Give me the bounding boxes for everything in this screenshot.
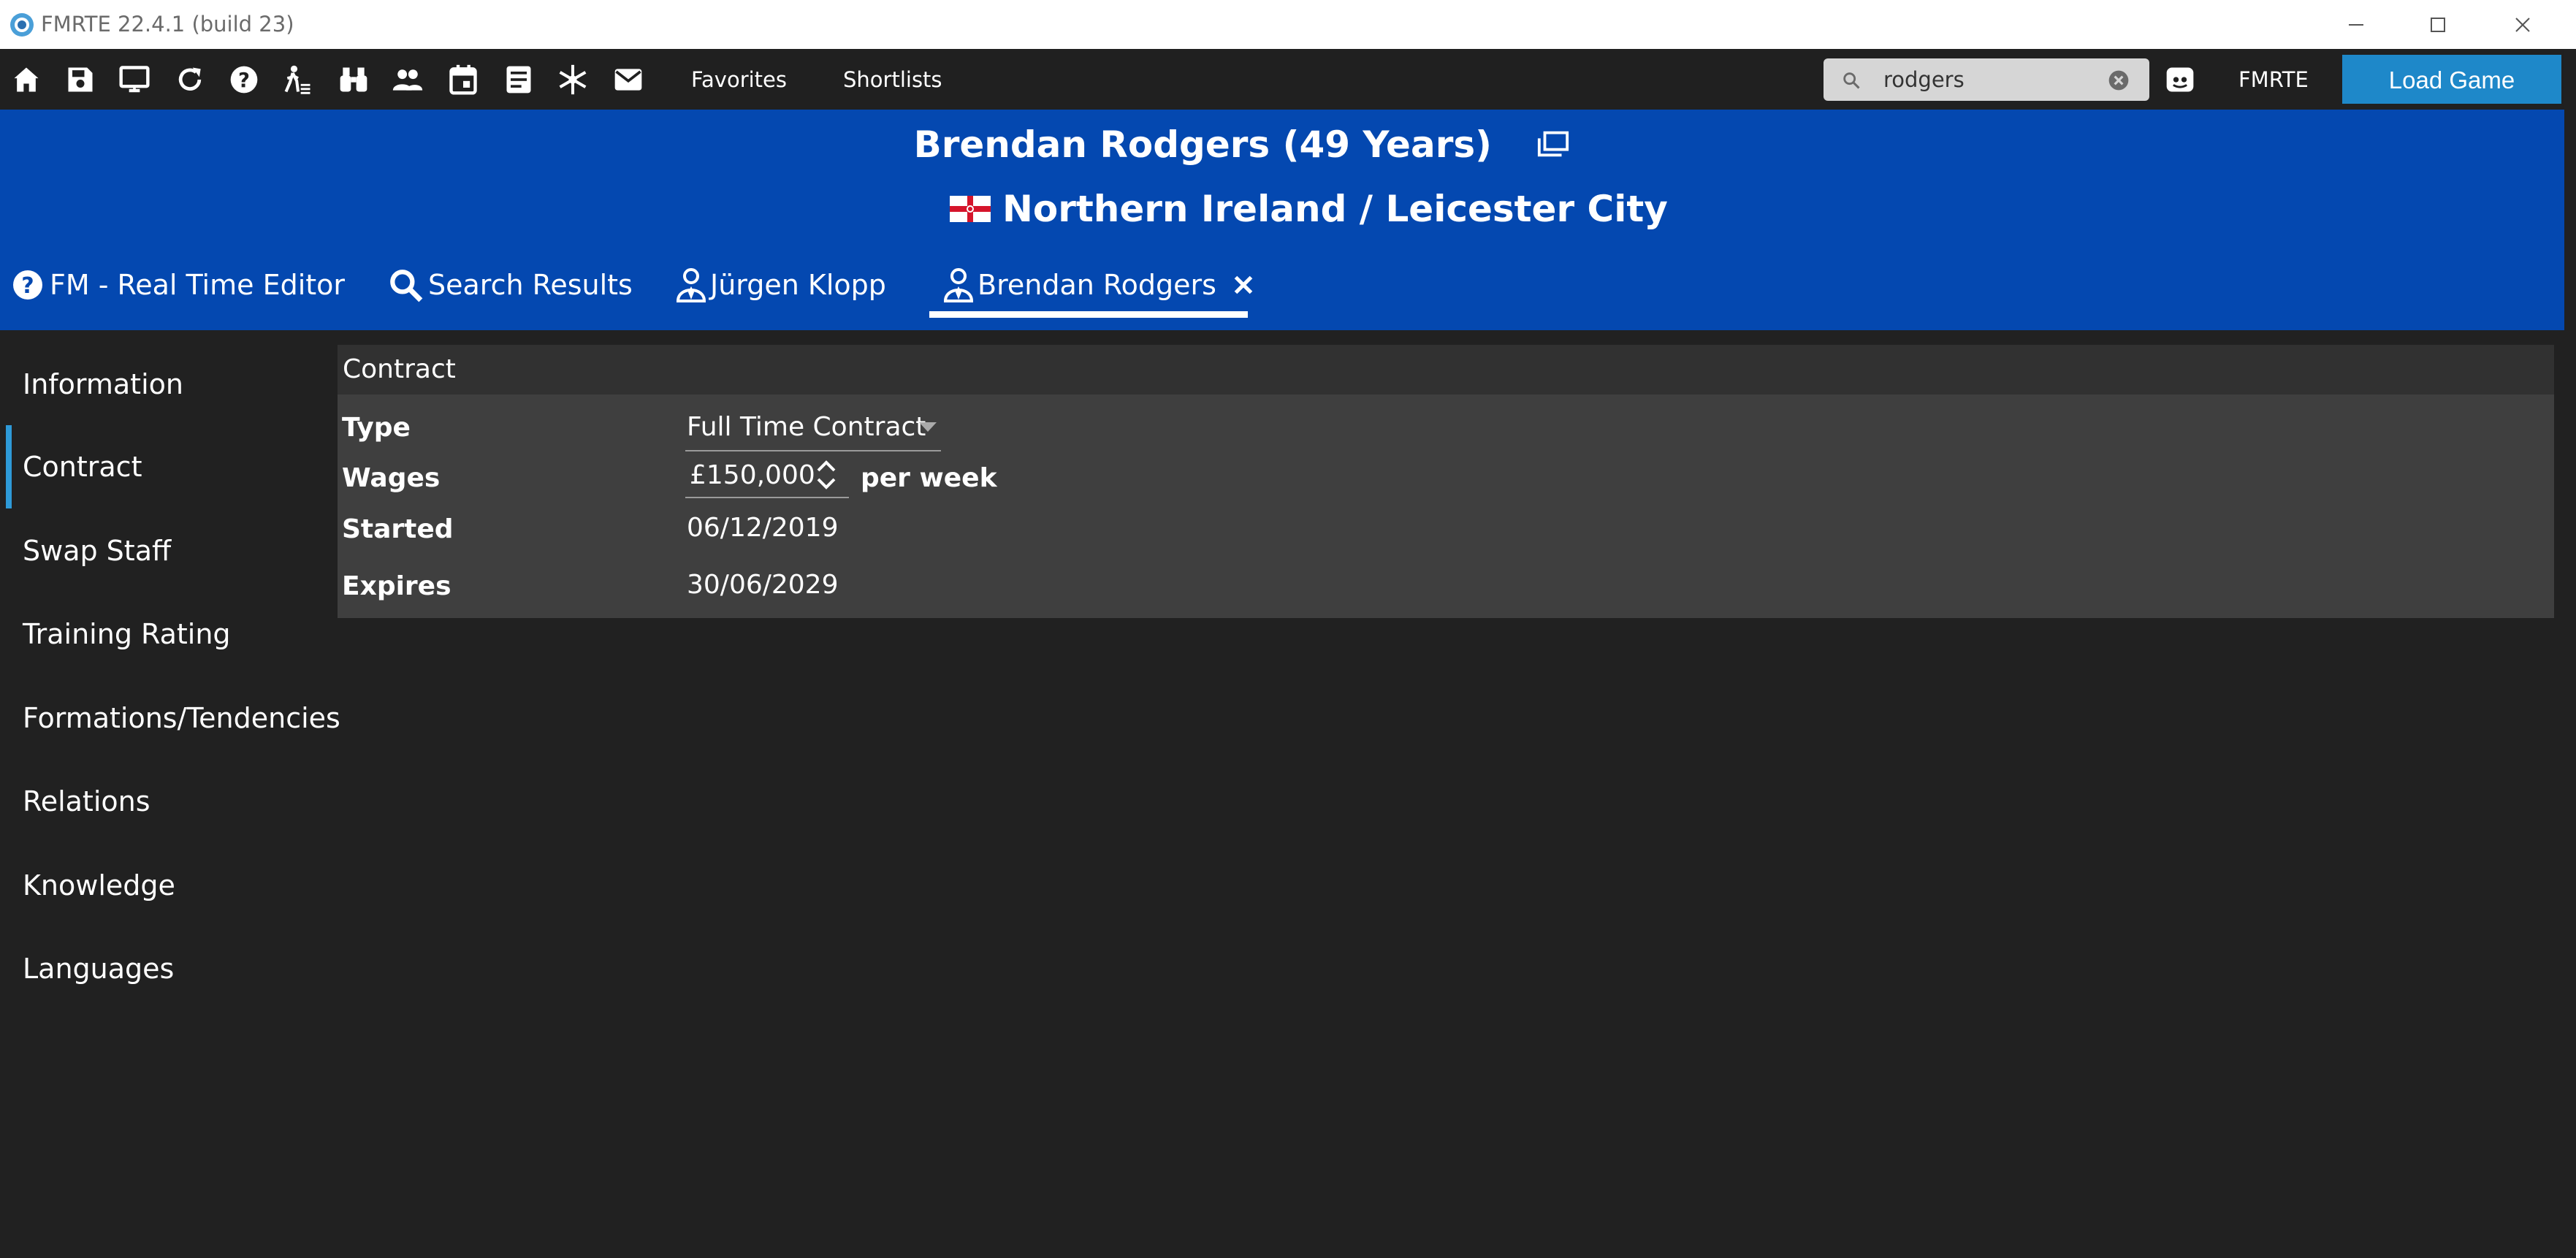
started-label: Started — [342, 514, 454, 544]
notes-icon[interactable] — [503, 64, 535, 96]
person-icon — [943, 268, 974, 302]
wages-label: Wages — [342, 463, 441, 493]
help-circle-icon: ? — [13, 270, 42, 300]
person-icon — [676, 268, 706, 302]
search-icon — [390, 270, 423, 302]
svg-text:?: ? — [238, 69, 250, 92]
sidebar-item-training-rating[interactable]: Training Rating — [0, 592, 329, 676]
title-bar: FMRTE 22.4.1 (build 23) — [0, 0, 2576, 49]
transfer-icon[interactable] — [282, 64, 314, 96]
chevron-down-icon — [919, 422, 937, 432]
stepper-arrows-icon[interactable] — [815, 459, 837, 491]
search-icon — [1843, 72, 1860, 89]
app-logo-icon — [10, 13, 34, 37]
tab-label: Jürgen Klopp — [710, 269, 886, 301]
maximize-icon — [2431, 17, 2445, 32]
northern-ireland-flag-icon — [950, 196, 991, 222]
tab-label: FM - Real Time Editor — [50, 269, 346, 301]
load-game-button[interactable]: Load Game — [2342, 55, 2561, 104]
people-icon[interactable] — [392, 64, 424, 96]
refresh-icon[interactable] — [174, 64, 206, 96]
contract-panel — [338, 394, 2554, 618]
sidebar-item-formations-tendencies[interactable]: Formations/Tendencies — [0, 676, 340, 760]
sidebar-item-relations[interactable]: Relations — [0, 760, 329, 843]
popout-window-icon[interactable] — [1536, 129, 1570, 159]
search-box — [1824, 58, 2149, 101]
sidebar-item-information[interactable]: Information — [0, 343, 329, 426]
close-window-button[interactable] — [2482, 0, 2563, 49]
panel-title: Contract — [343, 354, 456, 384]
sidebar-item-knowledge[interactable]: Knowledge — [0, 844, 329, 927]
discord-icon[interactable] — [2164, 64, 2196, 96]
help-icon[interactable]: ? — [228, 64, 260, 96]
binoculars-icon[interactable] — [338, 64, 370, 96]
minimize-icon — [2349, 23, 2363, 26]
expires-value: 30/06/2029 — [687, 570, 839, 600]
page-header: Brendan Rodgers (49 Years) Northern Irel… — [0, 110, 2564, 330]
monitor-icon[interactable] — [118, 64, 150, 96]
tab-fm-real-time-editor[interactable]: ? FM - Real Time Editor — [10, 252, 345, 318]
clear-search-icon[interactable] — [2107, 69, 2130, 92]
expires-label: Expires — [342, 571, 451, 601]
minimize-button[interactable] — [2316, 0, 2396, 49]
home-icon[interactable] — [10, 64, 42, 96]
active-tab-indicator — [929, 311, 1248, 318]
contract-panel-header: Contract — [338, 345, 2554, 394]
started-value: 06/12/2019 — [687, 513, 839, 543]
wages-stepper[interactable]: £150,000 — [685, 454, 849, 498]
tab-brendan-rodgers[interactable]: Brendan Rodgers — [942, 252, 1254, 318]
tab-label: Search Results — [428, 269, 633, 301]
sidebar-item-swap-staff[interactable]: Swap Staff — [0, 509, 329, 592]
contract-type-value: Full Time Contract — [687, 412, 926, 442]
svg-text:?: ? — [21, 273, 34, 299]
sidebar-item-contract[interactable]: Contract — [0, 425, 329, 508]
shortlists-link[interactable]: Shortlists — [843, 66, 942, 93]
mail-icon[interactable] — [612, 64, 644, 96]
tab-search-results[interactable]: Search Results — [387, 252, 633, 318]
tab-jurgen-klopp[interactable]: Jürgen Klopp — [675, 252, 886, 318]
search-input[interactable] — [1883, 66, 2103, 94]
tab-label: Brendan Rodgers — [978, 269, 1216, 301]
staff-name-age: Brendan Rodgers (49 Years) — [913, 123, 1492, 166]
type-label: Type — [342, 413, 411, 443]
active-sidebar-indicator — [6, 425, 12, 508]
wages-unit: per week — [861, 463, 997, 493]
toolbar: ? Favorites Shortlists FMRTE Load Game — [0, 49, 2564, 110]
nation-club: Northern Ireland / Leicester City — [1002, 188, 1668, 230]
close-icon — [2515, 17, 2530, 32]
close-tab-icon[interactable] — [1232, 274, 1254, 296]
favorites-link[interactable]: Favorites — [691, 66, 787, 93]
brand-link[interactable]: FMRTE — [2238, 66, 2309, 93]
page-title: Brendan Rodgers (49 Years) — [0, 114, 2484, 175]
save-icon[interactable] — [64, 64, 96, 96]
window-title: FMRTE 22.4.1 (build 23) — [41, 12, 294, 37]
wages-value: £150,000 — [690, 460, 815, 490]
maximize-button[interactable] — [2398, 0, 2478, 49]
page-subtitle: Northern Ireland / Leicester City — [950, 178, 1668, 240]
contract-type-dropdown[interactable]: Full Time Contract — [685, 408, 941, 451]
calendar-icon[interactable] — [447, 64, 479, 96]
sidebar-item-languages[interactable]: Languages — [0, 927, 329, 1010]
snowflake-icon[interactable] — [557, 64, 589, 96]
